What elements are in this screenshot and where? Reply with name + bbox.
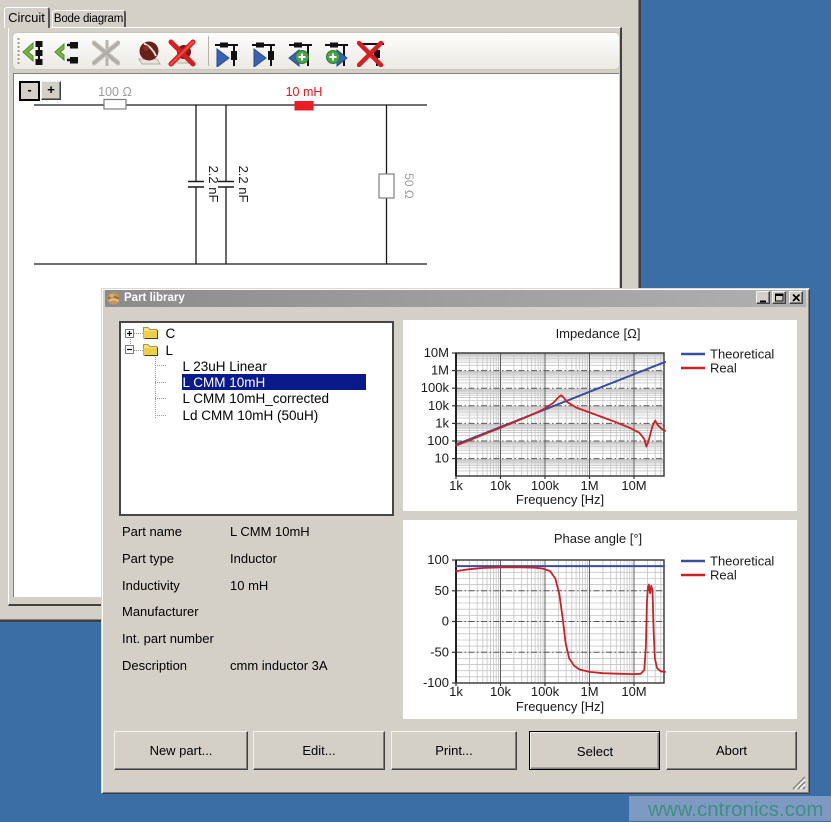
svg-text:10 mH: 10 mH [286,85,323,99]
svg-text:10k: 10k [490,684,511,699]
svg-text:10k: 10k [490,478,511,493]
svg-text:2.2 nF: 2.2 nF [206,165,221,202]
svg-text:1k: 1k [435,415,449,430]
svg-text:Frequency [Hz]: Frequency [Hz] [516,492,604,507]
svg-text:-100: -100 [423,675,449,690]
svg-text:Impedance [Ω]: Impedance [Ω] [556,326,641,341]
svg-text:10M: 10M [621,478,646,493]
svg-text:Phase angle [°]: Phase angle [°] [554,531,642,546]
svg-text:100 Ω: 100 Ω [98,85,132,99]
svg-text:100k: 100k [421,380,450,395]
svg-text:2.2 nF: 2.2 nF [236,165,251,202]
svg-text:1M: 1M [431,363,449,378]
svg-text:100: 100 [427,552,449,567]
svg-text:-50: -50 [430,644,449,659]
svg-text:50 Ω: 50 Ω [402,173,416,199]
svg-text:Theoretical: Theoretical [710,347,774,362]
svg-text:Real: Real [710,568,737,583]
svg-text:10M: 10M [621,684,646,699]
svg-text:Real: Real [710,361,737,376]
svg-text:Theoretical: Theoretical [710,554,774,569]
svg-text:100k: 100k [531,684,560,699]
svg-text:100k: 100k [531,478,560,493]
svg-text:10M: 10M [424,345,449,360]
svg-text:0: 0 [442,614,449,629]
svg-text:1k: 1k [449,478,463,493]
svg-text:Frequency [Hz]: Frequency [Hz] [516,699,604,714]
svg-text:1M: 1M [580,684,598,699]
svg-text:100: 100 [427,433,449,448]
svg-text:50: 50 [435,583,449,598]
svg-text:10k: 10k [428,398,449,413]
svg-text:1k: 1k [449,684,463,699]
svg-text:1M: 1M [580,478,598,493]
svg-text:10: 10 [435,451,449,466]
